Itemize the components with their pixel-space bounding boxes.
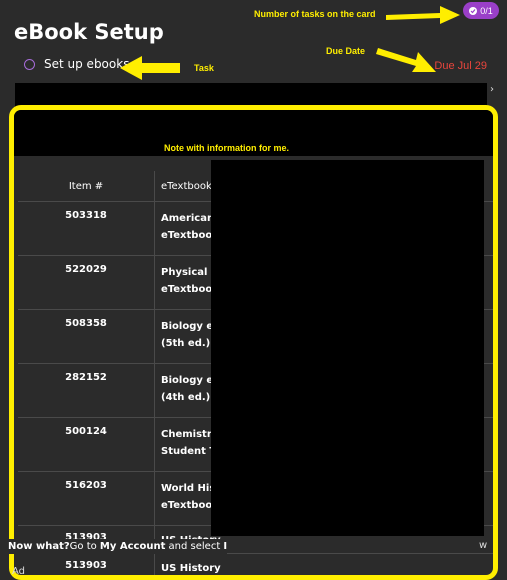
- item-number: 522029: [18, 256, 155, 310]
- footer-text-cut: I: [223, 541, 227, 552]
- footer-text: and select: [165, 541, 223, 552]
- item-number: 282152: [18, 364, 155, 418]
- table-row: 513903 US History: [18, 554, 498, 580]
- note-band: Note with information for me.: [14, 110, 493, 156]
- item-number: 503318: [18, 202, 155, 256]
- task-count: 0/1: [480, 6, 493, 16]
- truncated-text: ›: [490, 84, 494, 95]
- footer-text: Go to: [70, 541, 100, 552]
- task-item[interactable]: Set up ebooks: [24, 57, 129, 71]
- now-what-label: Now what?: [8, 541, 70, 552]
- redacted-area: [211, 160, 484, 536]
- item-number: 513903: [18, 554, 155, 580]
- title-line: (4th ed.): [161, 392, 210, 403]
- annotation-due-label: Due Date: [326, 46, 365, 56]
- annotation-arrow-icon: [376, 38, 438, 76]
- task-count-badge[interactable]: 0/1: [463, 2, 499, 19]
- highlight-frame: Note with information for me. Item # eTe…: [9, 105, 498, 580]
- annotation-count-label: Number of tasks on the card: [254, 9, 376, 19]
- task-label: Set up ebooks: [44, 57, 129, 71]
- annotation-arrow-icon: [118, 54, 184, 82]
- title-line: US History: [155, 554, 499, 580]
- due-date: Due Jul 29: [434, 60, 487, 72]
- column-header-item: Item #: [18, 171, 155, 202]
- item-number: 508358: [18, 310, 155, 364]
- item-number: 516203: [18, 472, 155, 526]
- footer-more-text: Ad: [12, 566, 25, 577]
- title-line: (5th ed.): [161, 338, 210, 349]
- circle-outline-icon[interactable]: [24, 59, 35, 70]
- annotation-arrow-icon: [386, 5, 462, 27]
- annotation-task-label: Task: [194, 63, 214, 73]
- my-account-link[interactable]: My Account: [100, 541, 165, 552]
- item-number: 500124: [18, 418, 155, 472]
- footer-instructions: Now what?Go to My Account and select I: [8, 539, 227, 554]
- card-title: eBook Setup: [14, 20, 164, 44]
- footer-text-tail: w: [479, 540, 487, 551]
- annotation-note: Note with information for me.: [164, 143, 289, 153]
- check-circle-icon: [469, 7, 477, 15]
